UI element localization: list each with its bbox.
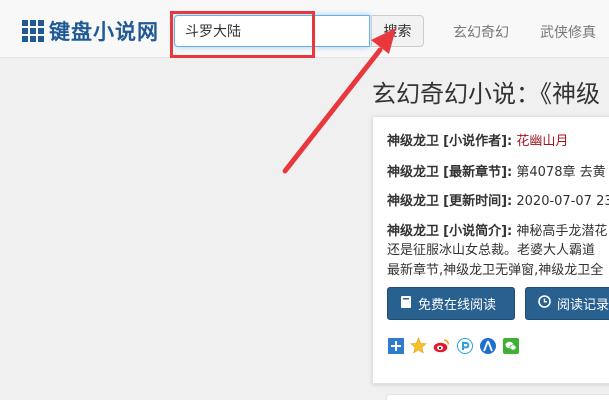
book-name: 神级龙卫 bbox=[387, 224, 440, 239]
renren-icon[interactable] bbox=[479, 337, 496, 354]
weibo-icon[interactable] bbox=[433, 337, 450, 354]
updated-label: [更新时间]: bbox=[443, 194, 513, 209]
page-title: 玄幻奇幻小说：《神级 bbox=[372, 80, 600, 108]
next-card-edge bbox=[386, 394, 609, 400]
search-button[interactable]: 搜索 bbox=[371, 15, 424, 47]
latest-chapter-row: 神级龙卫 [最新章节]: 第4078章 去黄 bbox=[387, 161, 606, 180]
pengyou-icon[interactable] bbox=[456, 337, 473, 354]
update-time-row: 神级龙卫 [更新时间]: 2020-07-07 23 bbox=[387, 190, 609, 209]
update-time: 2020-07-07 23 bbox=[516, 194, 609, 209]
clock-icon bbox=[538, 295, 551, 312]
intro-line: 还是征服冰山女总裁。老婆大人霸道 bbox=[387, 243, 596, 258]
latest-label: [最新章节]: bbox=[443, 165, 513, 180]
book-info-card: 神级龙卫 [小说作者]: 花幽山月 神级龙卫 [最新章节]: 第4078章 去黄… bbox=[372, 116, 609, 384]
intro-label: [小说简介]: bbox=[443, 224, 513, 239]
search-input[interactable] bbox=[174, 15, 370, 47]
read-history-button[interactable]: 阅读记录 bbox=[525, 287, 609, 320]
share-bar bbox=[387, 337, 525, 354]
plus-square-icon[interactable] bbox=[387, 337, 404, 354]
book-name: 神级龙卫 bbox=[387, 134, 440, 149]
read-free-label: 免费在线阅读 bbox=[418, 298, 497, 313]
site-logo[interactable]: 键盘小说网 bbox=[22, 18, 159, 44]
site-header: 键盘小说网 搜索 玄幻奇幻 武侠修真 bbox=[0, 0, 609, 58]
nav-item-xuanhuan[interactable]: 玄幻奇幻 bbox=[453, 22, 509, 42]
intro-text: 神秘高手龙潜花 bbox=[516, 224, 608, 239]
latest-chapter-link[interactable]: 第4078章 去黄 bbox=[516, 165, 605, 180]
read-history-label: 阅读记录 bbox=[557, 298, 609, 313]
read-free-button[interactable]: 免费在线阅读 bbox=[387, 287, 515, 320]
nav-item-wuxia[interactable]: 武侠修真 bbox=[540, 22, 596, 42]
author-link[interactable]: 花幽山月 bbox=[516, 134, 568, 149]
intro-line: 最新章节,神级龙卫无弹窗,神级龙卫全 bbox=[387, 263, 604, 278]
book-name: 神级龙卫 bbox=[387, 165, 440, 180]
author-row: 神级龙卫 [小说作者]: 花幽山月 bbox=[387, 130, 568, 149]
book-icon bbox=[400, 295, 412, 313]
book-name: 神级龙卫 bbox=[387, 194, 440, 209]
author-label: [小说作者]: bbox=[443, 134, 513, 149]
keyboard-grid-icon bbox=[22, 20, 44, 42]
logo-text: 键盘小说网 bbox=[49, 20, 159, 44]
qzone-icon[interactable] bbox=[410, 337, 427, 354]
wechat-icon[interactable] bbox=[502, 337, 519, 354]
intro-row: 神级龙卫 [小说简介]: 神秘高手龙潜花 bbox=[387, 220, 607, 239]
